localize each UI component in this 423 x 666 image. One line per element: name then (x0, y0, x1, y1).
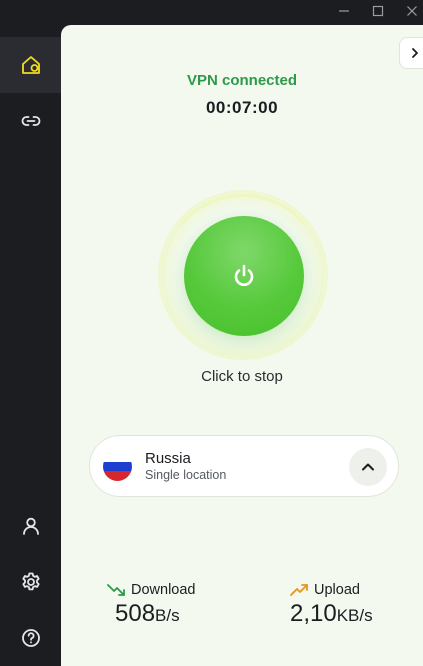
sidebar-item-home[interactable] (0, 37, 61, 93)
sidebar (0, 25, 61, 666)
sidebar-item-settings[interactable] (0, 554, 61, 610)
minimize-icon (339, 10, 349, 12)
home-icon (21, 56, 40, 74)
location-country: Russia (145, 450, 191, 467)
sidebar-item-help[interactable] (0, 610, 61, 666)
power-hint: Click to stop (201, 368, 283, 385)
maximize-button[interactable] (361, 0, 395, 22)
chevron-right-icon (412, 48, 418, 58)
download-label: Download (131, 582, 196, 598)
download-stat: Download 508B/s (107, 582, 196, 628)
close-icon (407, 6, 417, 16)
upload-value: 2,10 (290, 600, 337, 627)
location-expand-button[interactable] (349, 448, 387, 486)
location-mode: Single location (145, 468, 227, 482)
link-icon (21, 116, 40, 126)
power-icon (234, 264, 254, 286)
location-selector[interactable]: Russia Single location (89, 435, 399, 497)
maximize-icon (372, 5, 384, 17)
help-icon (21, 629, 40, 647)
upload-stat: Upload 2,10KB/s (290, 582, 373, 628)
sidebar-item-link[interactable] (0, 93, 61, 149)
connection-timer: 00:07:00 (205, 98, 279, 117)
upload-label: Upload (314, 582, 360, 598)
upload-trend-icon (290, 584, 308, 596)
close-button[interactable] (395, 0, 423, 22)
user-icon (22, 517, 39, 535)
chevron-up-icon (362, 463, 374, 471)
title-bar (0, 0, 423, 25)
main-panel: VPN connected 00:07:00 Click to stop Rus… (61, 25, 423, 666)
download-trend-icon (107, 584, 125, 596)
expand-panel-button[interactable] (399, 37, 423, 69)
russia-flag-icon (103, 452, 132, 481)
connection-status: VPN connected (186, 72, 298, 89)
upload-unit: KB/s (336, 606, 373, 625)
download-value: 508 (115, 600, 156, 627)
gear-icon (21, 572, 40, 591)
power-button[interactable] (184, 216, 304, 336)
minimize-button[interactable] (327, 0, 361, 22)
download-unit: B/s (155, 606, 180, 625)
sidebar-item-account[interactable] (0, 498, 61, 554)
